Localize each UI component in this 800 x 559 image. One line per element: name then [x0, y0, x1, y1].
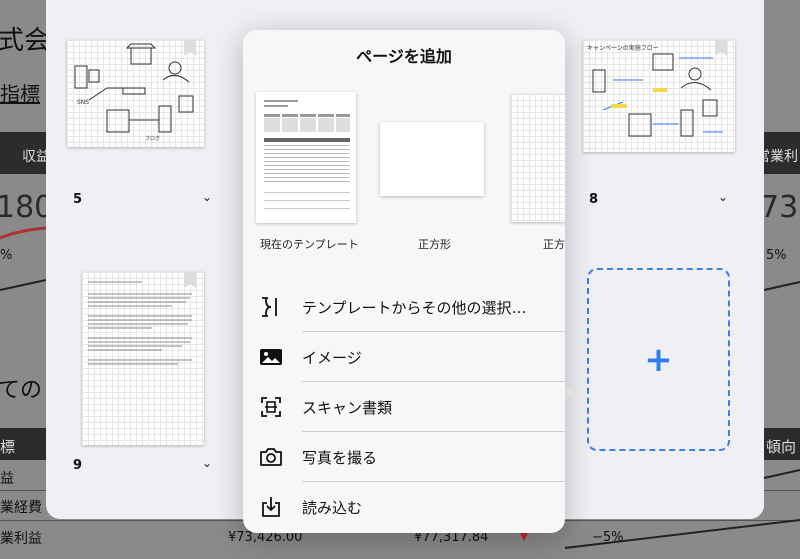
page-thumbnail-5[interactable]: SNS ブログ	[67, 40, 204, 147]
svg-text:SNS: SNS	[77, 99, 89, 106]
template-current[interactable]	[256, 92, 356, 223]
chevron-down-icon[interactable]: ⌄	[718, 190, 728, 204]
svg-text:ブログ: ブログ	[145, 135, 160, 142]
menu-item-label: 読み込む	[302, 499, 363, 517]
template-square[interactable]	[380, 122, 484, 196]
menu-item-label: 写真を撮る	[302, 449, 378, 467]
add-page-card[interactable]: +	[587, 268, 730, 451]
chevron-down-icon[interactable]: ⌄	[202, 456, 212, 470]
menu-item-take-photo[interactable]: 写真を撮る	[243, 432, 565, 482]
template-icon	[262, 297, 277, 317]
scan-icon	[261, 397, 281, 417]
chevron-down-icon[interactable]: ⌄	[202, 190, 212, 204]
sketch-illustration: SNS ブログ	[74, 43, 194, 142]
menu-item-import[interactable]: 読み込む	[243, 482, 565, 532]
add-page-popover: ページを追加 現在のテンプレート 正方形 正方 テンプレートからその他の選択… …	[243, 30, 565, 533]
sketch-illustration	[592, 53, 723, 137]
page-number: 8	[589, 192, 599, 207]
template-row: 現在のテンプレート 正方形 正方形	[243, 92, 565, 292]
menu-item-more-templates[interactable]: テンプレートからその他の選択…	[243, 282, 565, 332]
menu-item-image[interactable]: イメージ	[243, 332, 565, 382]
page-thumbnail-9[interactable]	[82, 272, 204, 445]
page-number: 5	[73, 192, 83, 207]
page-thumbnail-8[interactable]: キャンペーンの実施フロー	[583, 40, 735, 152]
plus-icon: +	[644, 339, 673, 380]
import-icon	[262, 497, 280, 517]
menu-item-label: スキャン書類	[302, 399, 393, 417]
popover-title: ページを追加	[356, 47, 452, 66]
template-square-grid[interactable]	[511, 94, 565, 222]
menu-item-scan[interactable]: スキャン書類	[243, 382, 565, 432]
template-label: 正方形	[543, 238, 565, 251]
text-page-preview	[88, 281, 192, 365]
template-preview	[264, 100, 350, 209]
menu-item-label: テンプレートからその他の選択…	[302, 299, 527, 317]
template-label: 正方形	[418, 238, 451, 251]
thumbnail-caption: キャンペーンの実施フロー	[587, 45, 659, 52]
page-number: 9	[73, 458, 83, 473]
camera-icon	[260, 448, 282, 466]
menu-item-label: イメージ	[302, 349, 362, 367]
image-icon	[260, 349, 282, 365]
template-label: 現在のテンプレート	[260, 238, 359, 251]
